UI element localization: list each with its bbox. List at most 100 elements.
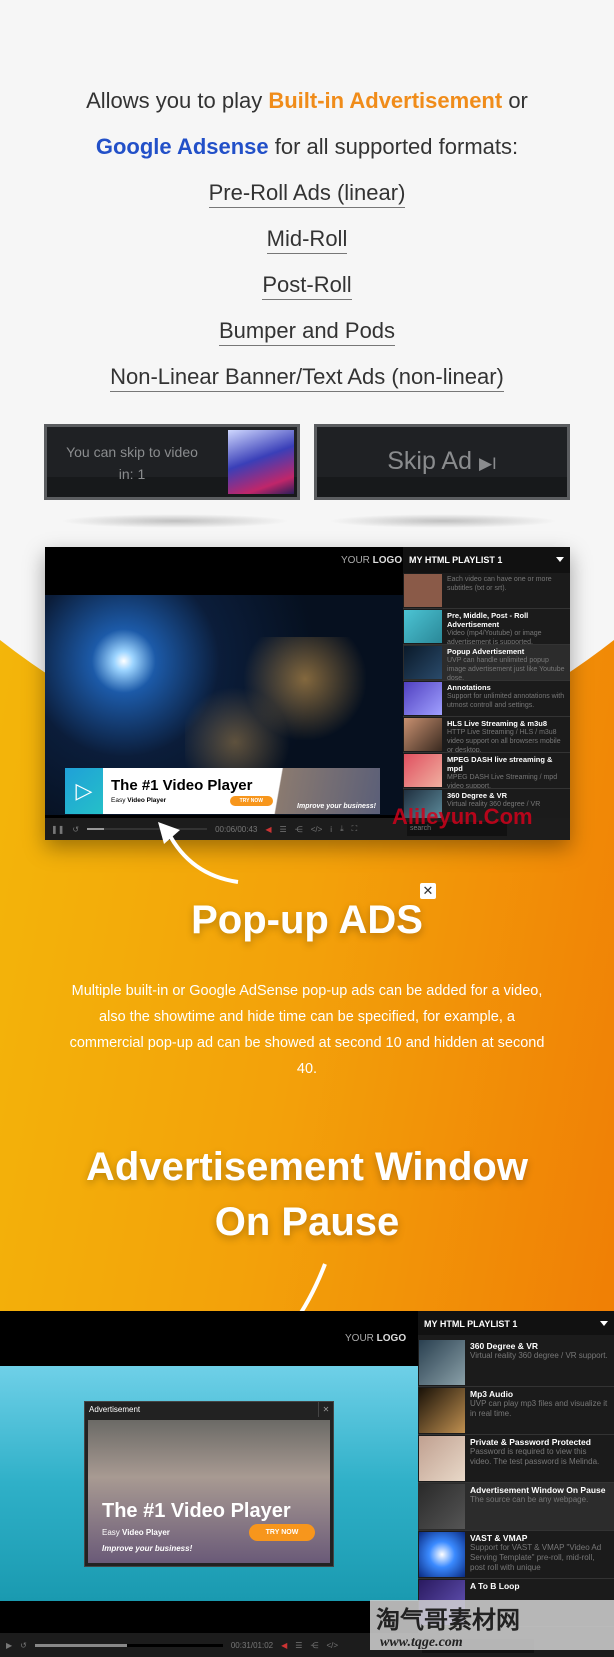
earth-lights xyxy=(185,637,385,777)
item-desc: Each video can have one or more subtitle… xyxy=(447,576,552,592)
play-icon[interactable]: ▶ xyxy=(6,1641,12,1650)
thumbnail xyxy=(404,718,442,751)
playlist-item[interactable]: MPEG DASH live streaming & mpd MPEG DASH … xyxy=(403,753,570,789)
share-icon[interactable]: ⋲ xyxy=(295,825,303,834)
playlist-item[interactable]: 360 Degree & VR Virtual reality 360 degre… xyxy=(418,1339,614,1387)
playlist-item[interactable]: Private & Password Protected Password is … xyxy=(418,1435,614,1483)
item-desc: Support for VAST & VMAP "Video Ad Servin… xyxy=(470,1543,602,1572)
format-item: Pre-Roll Ads (linear) xyxy=(208,180,406,208)
item-title: A To B Loop xyxy=(470,1581,520,1591)
fullscreen-icon[interactable]: ⛶ xyxy=(352,824,358,834)
item-title: Annotations xyxy=(447,683,491,692)
shadow xyxy=(60,514,290,528)
format-item: Post-Roll xyxy=(262,272,352,300)
adsense-highlight: Google Adsense xyxy=(95,134,269,159)
rewind-icon[interactable]: ↺ xyxy=(72,825,79,834)
volume-icon[interactable]: ◀ xyxy=(281,1641,287,1650)
thumbnail xyxy=(419,1436,465,1481)
ad-window[interactable]: Advertisement ✕ The #1 Video Player Easy … xyxy=(84,1401,334,1567)
item-desc: MPEG DASH Live Streaming / mpd video sup… xyxy=(447,774,558,789)
playlist-title[interactable]: MY HTML PLAYLIST 1 xyxy=(418,1311,614,1335)
watermark: 淘气哥素材网 www.tqge.com xyxy=(370,1600,614,1650)
share-icon[interactable]: ⋲ xyxy=(310,1641,318,1650)
rewind-icon[interactable]: ↺ xyxy=(20,1641,27,1650)
format-item: Mid-Roll xyxy=(266,226,348,254)
thumbnail xyxy=(419,1484,465,1529)
format-item: Non-Linear Banner/Text Ads (non-linear) xyxy=(110,364,504,392)
thumbnail xyxy=(404,682,442,715)
item-title: Advertisement Window On Pause xyxy=(470,1485,606,1495)
ad-headline: The #1 Video Player xyxy=(102,1500,291,1522)
item-title: 360 Degree & VR xyxy=(447,791,508,800)
playlist-icon[interactable]: ☰ xyxy=(295,1641,302,1650)
popup-description: Multiple built-in or Google AdSense pop-… xyxy=(69,983,545,1077)
thumbnail xyxy=(404,574,442,607)
playlist-item[interactable]: Mp3 Audio UVP can play mp3 files and visu… xyxy=(418,1387,614,1435)
item-title: Popup Advertisement xyxy=(447,647,525,656)
item-title: HLS Live Streaming & m3u8 xyxy=(447,719,548,728)
playlist-item[interactable]: HLS Live Streaming & m3u8 HTTP Live Strea… xyxy=(403,717,570,753)
playlist-title[interactable]: MY HTML PLAYLIST 1 xyxy=(403,547,570,573)
embed-icon[interactable]: </> xyxy=(326,1641,338,1650)
item-title: Pre, Middle, Post - Roll Advertisement xyxy=(447,611,529,629)
item-desc: HTTP Live Streaming / HLS / m3u8 video s… xyxy=(447,729,561,753)
close-icon[interactable]: ✕ xyxy=(318,1402,333,1417)
play-logo-icon: ▷ xyxy=(65,768,103,814)
pause-heading: On Pause xyxy=(214,1200,400,1244)
playlist-item[interactable]: VAST & VMAP Support for VAST & VMAP "Vide… xyxy=(418,1531,614,1579)
pause-icon[interactable]: ❚❚ xyxy=(51,825,64,834)
playlist: MY HTML PLAYLIST 1 Each video can have o… xyxy=(403,547,570,840)
banner-title: The #1 Video Player xyxy=(111,776,253,794)
item-title: Mp3 Audio xyxy=(470,1389,514,1399)
item-desc: UVP can play mp3 files and visualize it … xyxy=(470,1399,608,1418)
progress-bar[interactable] xyxy=(34,1643,223,1647)
skip-countdown-box: You can skip to video in: 1 xyxy=(44,424,300,500)
skip-countdown-text: You can skip to video in: 1 xyxy=(66,444,198,482)
watermark: Alileyun.Com xyxy=(392,804,533,829)
thumbnail xyxy=(419,1388,465,1433)
thumbnail xyxy=(404,754,442,787)
skip-ad-label: Skip Ad xyxy=(387,447,473,475)
intro-text: for all supported formats: xyxy=(268,134,519,159)
logo: YOUR LOGO xyxy=(341,555,403,566)
embed-icon[interactable]: </> xyxy=(311,825,323,834)
nonlinear-ad-banner[interactable]: ▷ The #1 Video Player Easy Video Player T… xyxy=(65,768,380,814)
info-icon[interactable]: i xyxy=(330,825,332,834)
item-desc: Support for unlimited annotations with u… xyxy=(447,693,565,709)
playlist-item[interactable]: Each video can have one or more subtitle… xyxy=(403,573,570,609)
ad-tagline: Improve your business! xyxy=(102,1544,193,1553)
banner-tagline: Improve your business! xyxy=(297,803,376,810)
playlist-item[interactable]: Advertisement Window On Pause The source … xyxy=(418,1483,614,1531)
try-now-button[interactable]: TRY NOW xyxy=(249,1524,315,1541)
item-title: 360 Degree & VR xyxy=(470,1341,539,1351)
thumbnail xyxy=(419,1340,465,1385)
close-icon[interactable]: ✕ xyxy=(420,883,436,899)
download-icon[interactable]: ⤓ xyxy=(340,824,344,834)
volume-icon[interactable]: ◀ xyxy=(265,825,271,834)
logo: YOUR LOGO xyxy=(345,1333,407,1344)
video-player-1[interactable]: YOUR LOGO ▷ The #1 Video Player Easy Vid… xyxy=(45,547,570,840)
builtin-ad-highlight: Built-in Advertisement xyxy=(268,88,503,113)
skip-next-icon: ▶I xyxy=(478,454,497,473)
ad-thumbnail xyxy=(228,430,294,494)
try-now-button[interactable]: TRY NOW xyxy=(229,795,273,806)
playlist-item[interactable]: Pre, Middle, Post - Roll Advertisement Vi… xyxy=(403,609,570,645)
skip-ad-button[interactable]: Skip Ad ▶I xyxy=(314,424,570,500)
intro-text: Allows you to play Built-in Advertisemen… xyxy=(0,78,614,400)
intro-text: or xyxy=(502,88,528,113)
item-title: MPEG DASH live streaming & mpd xyxy=(447,755,553,773)
thumbnail xyxy=(419,1532,465,1577)
item-desc: The source can be any webpage. xyxy=(470,1495,589,1504)
item-desc: UVP can handle unlimited popup image adv… xyxy=(447,657,565,681)
thumbnail xyxy=(404,610,442,643)
playlist-icon[interactable]: ☰ xyxy=(280,825,287,834)
item-desc: Virtual reality 360 degree / VR support. xyxy=(470,1351,608,1360)
item-desc: Video (mp4/Youtube) or image advertiseme… xyxy=(447,630,542,645)
control-bar: ▶ ↺ 00:31/01:02 ◀ ☰ ⋲ </> xyxy=(0,1633,418,1657)
playlist-item[interactable]: Annotations Support for unlimited annotat… xyxy=(403,681,570,717)
shadow xyxy=(328,514,558,528)
intro-text: Allows you to play xyxy=(86,88,269,113)
item-desc: Password is required to view this video.… xyxy=(470,1447,600,1466)
playlist-item[interactable]: Popup Advertisement UVP can handle unlimi… xyxy=(403,645,570,681)
arrow-icon xyxy=(158,822,239,884)
